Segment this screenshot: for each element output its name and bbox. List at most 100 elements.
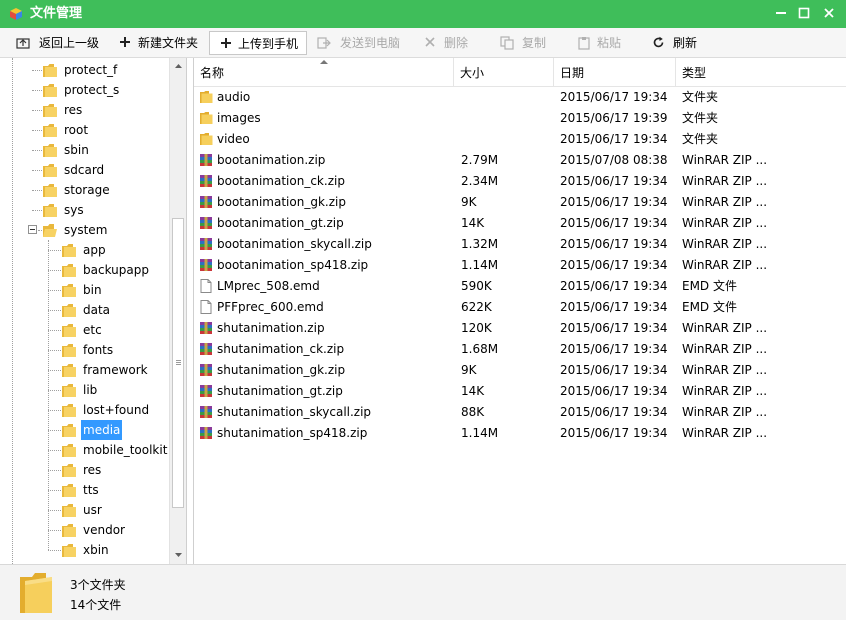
scroll-grip [176, 360, 181, 361]
tree-item-label: system [64, 223, 108, 237]
tree-item-label: sbin [64, 143, 89, 157]
column-header-label: 类型 [682, 66, 707, 80]
folder-icon [62, 424, 76, 437]
column-header-date[interactable]: 日期 [554, 58, 676, 87]
file-name: shutanimation.zip [217, 321, 325, 335]
table-row[interactable]: bootanimation_gt.zip 14K 2015/06/17 19:34 W… [194, 213, 846, 234]
tree-item-label: backupapp [83, 263, 149, 277]
tree-item-label: res [83, 463, 102, 477]
new-folder-button[interactable]: 新建文件夹 [119, 31, 203, 55]
scroll-grip [176, 362, 181, 363]
file-date: 2015/06/17 19:34 [560, 258, 668, 272]
file-size: 2.79M [461, 153, 499, 167]
status-bar: 3个文件夹 14个文件 [0, 564, 846, 620]
file-size: 9K [461, 195, 477, 209]
folder-count: 3个文件夹 [70, 578, 126, 592]
table-row[interactable]: shutanimation_gt.zip 14K 2015/06/17 19:34 W… [194, 381, 846, 402]
file-name: video [217, 132, 250, 146]
scroll-down-button[interactable] [170, 546, 186, 563]
file-type: EMD 文件 [682, 300, 737, 314]
tree-line [48, 350, 61, 351]
tree-item-label: protect_s [64, 83, 120, 97]
tree-line [48, 250, 61, 251]
arrow-up-icon [175, 64, 182, 68]
tree-scrollbar[interactable] [169, 58, 186, 564]
file-type: WinRAR ZIP ... [682, 384, 768, 398]
tree-line [48, 240, 49, 550]
paste-label: 粘贴 [597, 36, 622, 50]
scroll-grip [176, 364, 181, 365]
folder-icon [62, 324, 76, 337]
tree-line [48, 390, 61, 391]
file-name: shutanimation_skycall.zip [217, 405, 372, 419]
folder-icon [62, 404, 76, 417]
collapse-system-icon[interactable] [28, 225, 37, 234]
paste-button[interactable]: 粘贴 [577, 31, 627, 55]
file-type: EMD 文件 [682, 279, 737, 293]
copy-label: 复制 [522, 36, 547, 50]
table-row[interactable]: bootanimation_sp418.zip 1.14M 2015/06/17 1… [194, 255, 846, 276]
table-row[interactable]: shutanimation_gk.zip 9K 2015/06/17 19:34 Wi… [194, 360, 846, 381]
folder-icon [43, 104, 57, 117]
table-row[interactable]: PFFprec_600.emd 622K 2015/06/17 19:34 EMD 文… [194, 297, 846, 318]
send-to-pc-label: 发送到电脑 [340, 36, 401, 50]
list-header: 名称 大小 日期 类型 [194, 58, 846, 87]
table-row[interactable]: bootanimation_ck.zip 2.34M 2015/06/17 19:3… [194, 171, 846, 192]
table-row[interactable]: LMprec_508.emd 590K 2015/06/17 19:34 EMD 文件 [194, 276, 846, 297]
tree-item-label: mobile_toolkit [83, 443, 168, 457]
refresh-button[interactable]: 刷新 [652, 31, 702, 55]
delete-button[interactable]: 删除 [424, 31, 474, 55]
folder-icon [62, 504, 76, 517]
file-size: 1.32M [461, 237, 499, 251]
table-row[interactable]: audio 2015/06/17 19:34 文件夹 [194, 87, 846, 108]
table-row[interactable]: video 2015/06/17 19:34 文件夹 [194, 129, 846, 150]
folder-icon [43, 124, 57, 137]
file-size: 622K [461, 300, 492, 314]
table-row[interactable]: images 2015/06/17 19:39 文件夹 [194, 108, 846, 129]
back-button[interactable]: 返回上一级 [16, 31, 106, 55]
refresh-icon [653, 36, 664, 48]
file-size: 14K [461, 384, 485, 398]
maximize-button[interactable] [793, 3, 817, 23]
file-date: 2015/06/17 19:34 [560, 384, 668, 398]
folder-icon [62, 344, 76, 357]
folder-icon [62, 264, 76, 277]
file-size: 1.14M [461, 426, 499, 440]
copy-button[interactable]: 复制 [500, 31, 550, 55]
folder-icon [62, 364, 76, 377]
upload-to-phone-button[interactable]: 上传到手机 [209, 31, 307, 55]
table-row[interactable]: shutanimation_skycall.zip 88K 2015/06/17 1… [194, 402, 846, 423]
file-date: 2015/06/17 19:34 [560, 363, 668, 377]
table-row[interactable]: shutanimation.zip 120K 2015/06/17 19:34 Win… [194, 318, 846, 339]
folder-icon [20, 573, 52, 613]
minimize-button[interactable] [770, 3, 794, 23]
file-list: 名称 大小 日期 类型 audio 2015/06/17 19:34 文件夹 imag… [193, 58, 846, 564]
folder-open-icon [43, 224, 57, 237]
table-row[interactable]: shutanimation_sp418.zip 1.14M 2015/06/17 1… [194, 423, 846, 444]
table-row[interactable]: bootanimation.zip 2.79M 2015/07/08 08:38 Wi… [194, 150, 846, 171]
column-header-size[interactable]: 大小 [454, 58, 554, 87]
file-date: 2015/06/17 19:34 [560, 216, 668, 230]
delete-label: 删除 [444, 36, 469, 50]
tree-item-label: root [64, 123, 89, 137]
scroll-thumb[interactable] [172, 218, 184, 508]
tree-item-label: data [83, 303, 111, 317]
file-type: WinRAR ZIP ... [682, 258, 768, 272]
folder-icon [43, 164, 57, 177]
new-folder-label: 新建文件夹 [138, 36, 199, 50]
table-row[interactable]: bootanimation_skycall.zip 1.32M 2015/06/17… [194, 234, 846, 255]
tree-item-label: res [64, 103, 83, 117]
back-label: 返回上一级 [39, 36, 100, 50]
file-name: shutanimation_ck.zip [217, 342, 345, 356]
file-date: 2015/06/17 19:34 [560, 132, 668, 146]
close-button[interactable] [818, 3, 842, 23]
table-row[interactable]: bootanimation_gk.zip 9K 2015/06/17 19:34 Wi… [194, 192, 846, 213]
column-header-type[interactable]: 类型 [676, 58, 846, 87]
scroll-up-button[interactable] [170, 58, 186, 75]
folder-icon [62, 464, 76, 477]
tree-item-label: xbin [83, 543, 109, 557]
file-name: bootanimation_sp418.zip [217, 258, 369, 272]
send-to-pc-button[interactable]: 发送到电脑 [317, 31, 403, 55]
column-header-name[interactable]: 名称 [194, 58, 454, 87]
table-row[interactable]: shutanimation_ck.zip 1.68M 2015/06/17 19:3… [194, 339, 846, 360]
